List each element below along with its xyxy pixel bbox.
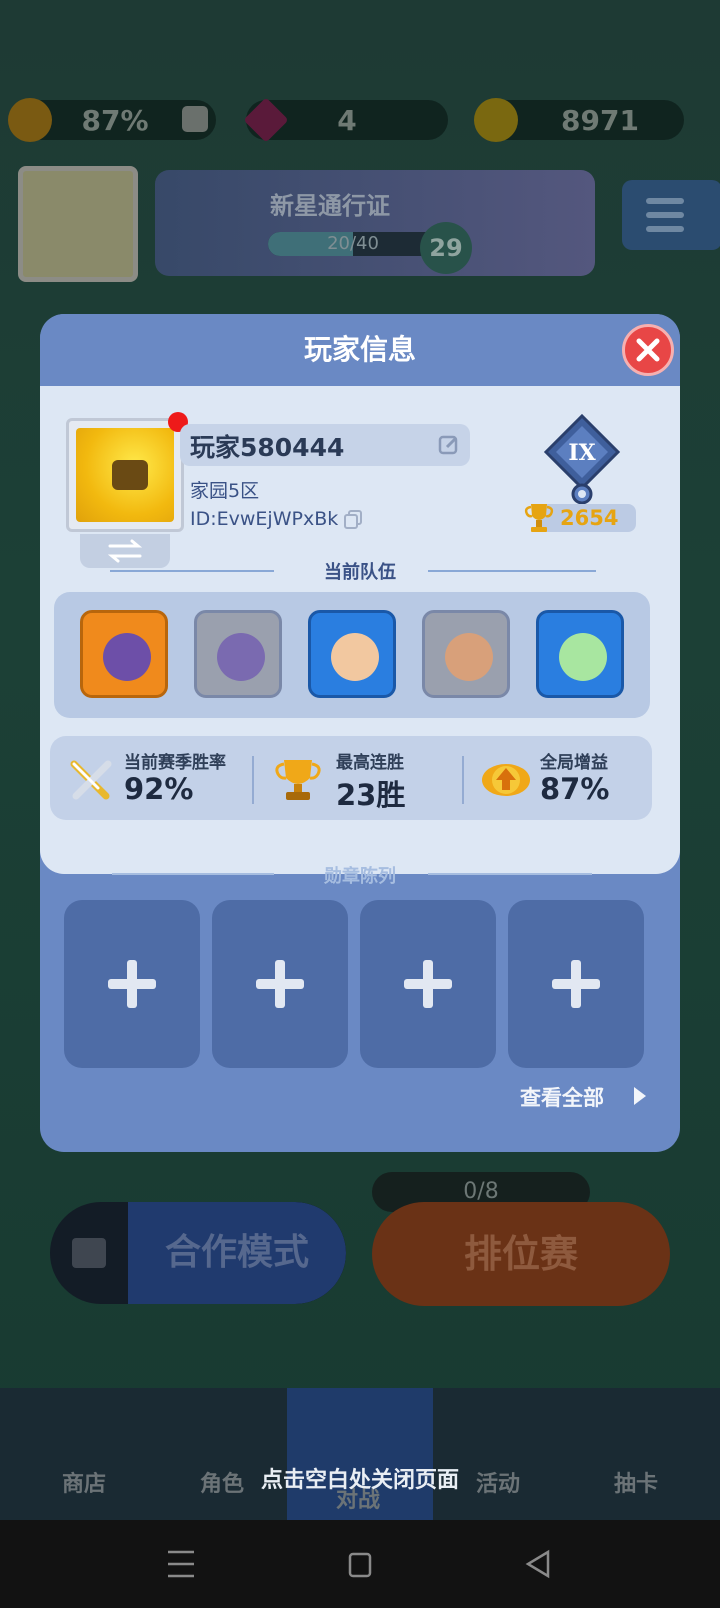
coop-mode-label: 合作模式 xyxy=(164,1232,309,1273)
player-name: 玩家580444 xyxy=(190,433,345,462)
pass-level: 29 xyxy=(420,222,472,274)
modal-title: 玩家信息 xyxy=(303,333,416,366)
trophy-icon xyxy=(524,504,554,532)
player-zone: 家园5区 xyxy=(190,480,260,502)
info-icon[interactable] xyxy=(182,106,208,132)
trophy-count: 2654 xyxy=(560,506,619,530)
team-hero-5[interactable] xyxy=(536,610,624,698)
pass-progress-text: 20/40 xyxy=(327,233,379,254)
ranked-mode-label: 排位赛 xyxy=(463,1232,578,1276)
team-hero-1[interactable] xyxy=(80,610,168,698)
medal-section-title: 勋章陈列 xyxy=(324,866,396,887)
team-hero-3[interactable] xyxy=(308,610,396,698)
chevron-right-icon xyxy=(634,1087,646,1105)
view-all-link[interactable]: 查看全部 xyxy=(520,1082,604,1112)
gem-resource: 4 xyxy=(243,97,448,143)
coin-value: 8971 xyxy=(561,103,639,137)
trophy-icon xyxy=(275,760,321,800)
close-icon xyxy=(636,338,660,362)
modal-body: 玩家580444 家园5区 ID:EvwEjWPxBk IX 2654 当前队伍 xyxy=(40,386,680,874)
boost-icon xyxy=(482,764,530,796)
system-nav-icons xyxy=(168,1549,550,1579)
rank-badge: IX xyxy=(543,414,621,505)
boost-resource: 87% xyxy=(8,98,216,142)
system-nav-bar xyxy=(0,1520,720,1608)
medal-slot-2[interactable] xyxy=(212,900,348,1068)
medal-slot-1[interactable] xyxy=(64,900,200,1068)
team-hero-4[interactable] xyxy=(422,610,510,698)
up-arrow-icon xyxy=(72,1238,106,1268)
gem-value: 4 xyxy=(337,103,357,137)
player-avatar-button[interactable] xyxy=(18,166,138,282)
close-hint[interactable]: 点击空白处关闭页面 xyxy=(0,1462,720,1494)
copy-icon[interactable] xyxy=(342,508,364,530)
edit-icon[interactable] xyxy=(438,434,460,456)
win-rate-label: 当前赛季胜率 xyxy=(124,753,226,773)
team-hero-2[interactable] xyxy=(194,610,282,698)
boost-value: 87% xyxy=(81,103,149,137)
pass-title: 新星通行证 xyxy=(270,192,390,220)
player-info-modal: 玩家信息 玩家580444 家园5区 ID:EvwEjWPxBk IX 2654… xyxy=(40,314,680,1152)
max-streak-label: 最高连胜 xyxy=(336,753,404,773)
coin-icon xyxy=(474,98,518,142)
close-button[interactable] xyxy=(622,324,674,376)
menu-button[interactable] xyxy=(622,180,720,250)
modal-header: 玩家信息 xyxy=(40,314,680,386)
coop-mode-button[interactable]: 合作模式 xyxy=(50,1202,346,1304)
player-id: ID:EvwEjWPxBk xyxy=(190,508,339,530)
medal-slot-4[interactable] xyxy=(508,900,644,1068)
svg-text:IX: IX xyxy=(568,440,596,466)
ranked-mode-button[interactable]: 排位赛 xyxy=(372,1202,670,1306)
win-rate-value: 92% xyxy=(124,772,194,806)
coin-resource: 8971 xyxy=(474,98,684,142)
crossed-swords-icon xyxy=(70,760,112,800)
max-streak-value: 23胜 xyxy=(336,778,406,812)
medal-slot-3[interactable] xyxy=(360,900,496,1068)
global-boost-value: 87% xyxy=(540,772,610,806)
global-boost-label: 全局增益 xyxy=(540,753,608,773)
player-avatar xyxy=(66,418,184,532)
